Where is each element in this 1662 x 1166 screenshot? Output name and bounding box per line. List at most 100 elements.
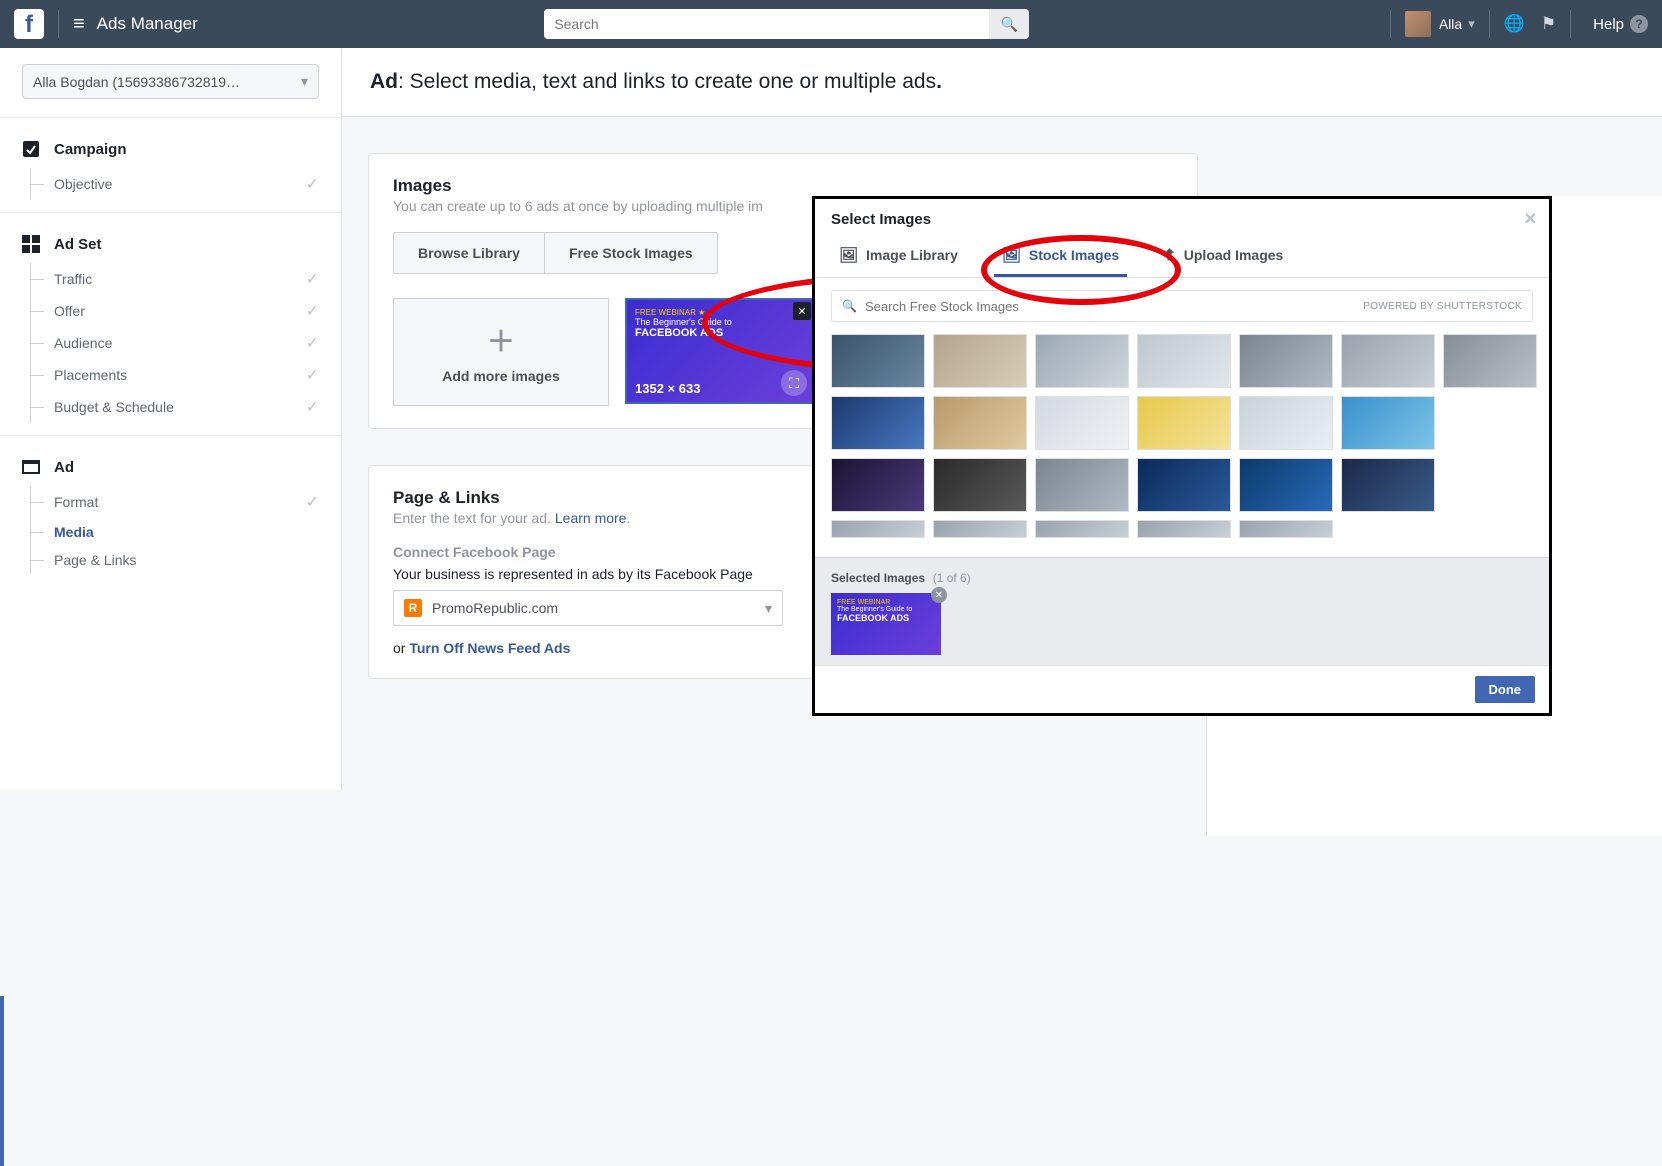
menu-icon[interactable]: ≡ — [73, 13, 85, 36]
stock-image-thumb[interactable] — [1239, 520, 1333, 538]
sidebar-head-ad[interactable]: Ad — [0, 448, 341, 486]
sidebar-item-media[interactable]: Media — [0, 518, 341, 546]
sidebar-item-placements[interactable]: Placements ✓ — [0, 359, 341, 391]
ad-icon — [22, 458, 40, 476]
sidebar-head-adset[interactable]: Ad Set — [0, 225, 341, 263]
stock-image-thumb[interactable] — [933, 520, 1027, 538]
crop-icon[interactable]: ⛶ — [781, 370, 807, 396]
flag-icon[interactable]: ⚑ — [1541, 14, 1556, 34]
tab-label: Image Library — [866, 247, 958, 263]
stock-image-thumb[interactable] — [1035, 396, 1129, 450]
search-button[interactable]: 🔍 — [989, 9, 1029, 39]
remove-selected-icon[interactable]: ✕ — [931, 587, 947, 603]
check-icon: ✓ — [306, 397, 319, 417]
help-label: Help — [1593, 16, 1624, 33]
check-icon: ✓ — [306, 492, 319, 512]
sidebar-item-label: Objective — [54, 176, 112, 192]
stock-image-thumb[interactable] — [1341, 520, 1435, 538]
stock-image-thumb[interactable] — [831, 334, 925, 388]
divider — [1570, 10, 1571, 38]
plus-icon: ＋ — [487, 320, 515, 360]
page-title: Ad: Select media, text and links to crea… — [342, 48, 1662, 117]
check-icon: ✓ — [306, 333, 319, 353]
stock-image-thumb[interactable] — [831, 458, 925, 512]
modal-title: Select Images — [831, 211, 931, 228]
learn-more-link[interactable]: Learn more — [555, 510, 627, 526]
divider — [1390, 10, 1391, 38]
stock-image-thumb[interactable] — [933, 334, 1027, 388]
search-input[interactable] — [544, 9, 989, 39]
sidebar-item-label: Audience — [54, 335, 112, 351]
stock-image-thumb[interactable] — [1443, 396, 1537, 450]
stock-image-thumb[interactable] — [1341, 334, 1435, 388]
search-icon: 🔍 — [842, 299, 857, 313]
chevron-down-icon: ▾ — [301, 73, 308, 90]
modal-selected-bar: Selected Images (1 of 6) FREE WEBINAR Th… — [815, 557, 1549, 665]
sidebar: Alla Bogdan (15693386732819… ▾ Campaign … — [0, 48, 342, 790]
stock-image-thumb[interactable] — [933, 396, 1027, 450]
stock-image-thumb[interactable] — [1443, 520, 1537, 538]
sidebar-item-label: Placements — [54, 367, 127, 383]
sidebar-item-offer[interactable]: Offer✓ — [0, 295, 341, 327]
stock-image-thumb[interactable] — [1341, 458, 1435, 512]
powered-by-label: POWERED BY SHUTTERSTOCK — [1363, 301, 1522, 312]
done-button[interactable]: Done — [1475, 676, 1536, 703]
chevron-down-icon[interactable]: ▾ — [1468, 16, 1475, 32]
facebook-page-select[interactable]: R PromoRepublic.com ▾ — [393, 590, 783, 626]
help-link[interactable]: Help ? — [1593, 15, 1648, 33]
stock-image-thumb[interactable] — [1137, 520, 1231, 538]
sidebar-item-objective[interactable]: Objective ✓ — [0, 168, 341, 200]
check-icon: ✓ — [306, 174, 319, 194]
selected-thumb[interactable]: FREE WEBINAR The Beginner's Guide to FAC… — [831, 593, 941, 655]
app-title: Ads Manager — [97, 14, 198, 34]
divider — [1489, 10, 1490, 38]
stock-image-thumb[interactable] — [1443, 334, 1537, 388]
stock-image-thumb[interactable] — [933, 458, 1027, 512]
stock-image-thumb[interactable] — [1035, 520, 1129, 538]
stock-image-grid — [815, 334, 1549, 538]
account-selector[interactable]: Alla Bogdan (15693386732819… ▾ — [22, 64, 319, 99]
remove-image-icon[interactable]: ✕ — [793, 302, 811, 320]
sidebar-item-pagelinks[interactable]: Page & Links — [0, 546, 341, 574]
tab-label: Stock Images — [1029, 247, 1119, 263]
close-icon[interactable]: ✕ — [1524, 209, 1537, 229]
sidebar-item-label: Offer — [54, 303, 85, 319]
stock-image-thumb[interactable] — [831, 520, 925, 538]
tab-stock-images[interactable]: 🖼 Stock Images — [994, 236, 1127, 277]
stock-image-thumb[interactable] — [1239, 458, 1333, 512]
add-more-images-tile[interactable]: ＋ Add more images — [393, 298, 609, 406]
stock-image-thumb[interactable] — [1341, 396, 1435, 450]
sidebar-item-format[interactable]: Format✓ — [0, 486, 341, 518]
facebook-logo-icon[interactable]: f — [14, 9, 44, 39]
user-name[interactable]: Alla — [1439, 16, 1462, 32]
avatar[interactable] — [1405, 11, 1431, 37]
upload-icon: ⬆ — [1163, 246, 1176, 264]
tab-upload-images[interactable]: ⬆ Upload Images — [1155, 236, 1291, 277]
stock-search-input[interactable] — [865, 299, 1355, 314]
sidebar-head-campaign[interactable]: Campaign — [0, 130, 341, 168]
globe-icon[interactable]: 🌐 — [1504, 14, 1525, 34]
stock-image-thumb[interactable] — [1035, 458, 1129, 512]
stock-image-thumb[interactable] — [1137, 334, 1231, 388]
stock-image-thumb[interactable] — [831, 396, 925, 450]
check-icon: ✓ — [306, 365, 319, 385]
turn-off-news-feed-link[interactable]: Turn Off News Feed Ads — [409, 640, 570, 656]
modal-header: Select Images ✕ — [815, 199, 1549, 236]
active-indicator — [0, 996, 4, 1166]
sidebar-item-budget[interactable]: Budget & Schedule✓ — [0, 391, 341, 423]
sidebar-item-traffic[interactable]: Traffic✓ — [0, 263, 341, 295]
tab-image-library[interactable]: 🖼 Image Library — [831, 236, 966, 277]
sidebar-item-audience[interactable]: Audience ✓ — [0, 327, 341, 359]
sidebar-head-label: Ad Set — [54, 236, 102, 253]
page-head-bold: Ad — [370, 70, 398, 93]
stock-image-thumb[interactable] — [1137, 396, 1231, 450]
free-stock-images-button[interactable]: Free Stock Images — [544, 232, 718, 274]
stock-image-thumb[interactable] — [1035, 334, 1129, 388]
selected-image-thumbnail[interactable]: ✕ ⛶ FREE WEBINAR ★ The Beginner's Guide … — [625, 298, 815, 404]
stock-image-thumb[interactable] — [1443, 458, 1537, 512]
browse-library-button[interactable]: Browse Library — [393, 232, 544, 274]
stock-image-thumb[interactable] — [1239, 334, 1333, 388]
stock-image-thumb[interactable] — [1239, 396, 1333, 450]
stock-image-thumb[interactable] — [1137, 458, 1231, 512]
help-icon: ? — [1630, 15, 1648, 33]
